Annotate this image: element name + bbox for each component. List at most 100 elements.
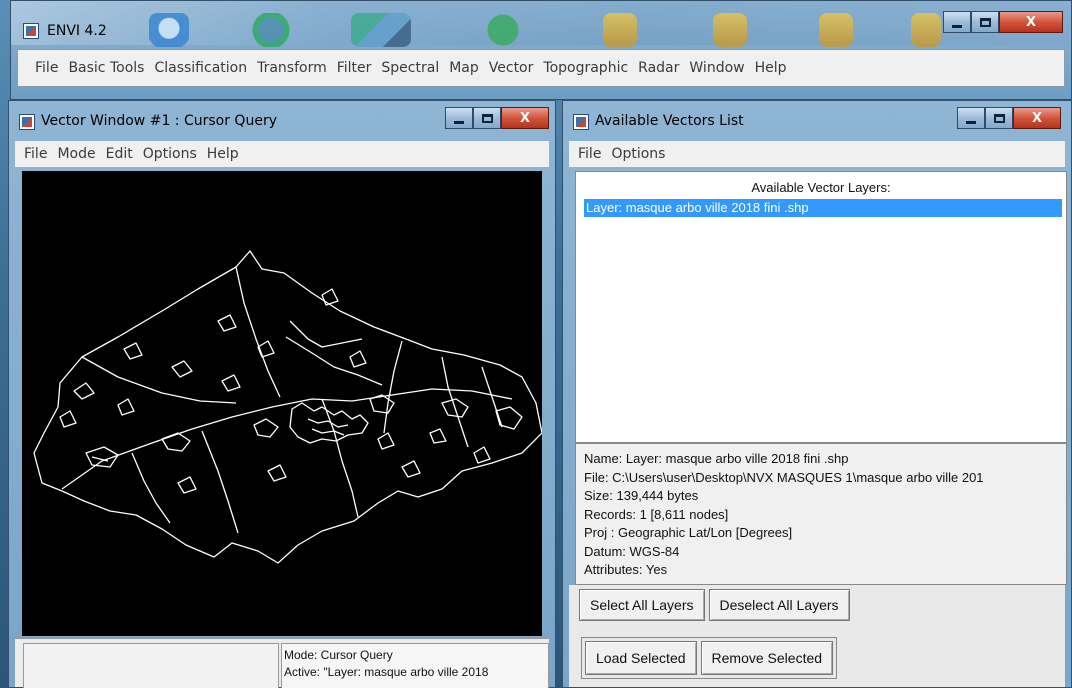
parcel <box>429 428 447 444</box>
info-file: File: C:\Users\user\Desktop\NVX MASQUES … <box>584 469 984 485</box>
parcel <box>267 464 287 482</box>
maximize-button[interactable] <box>473 107 501 129</box>
status-mode: Mode: Cursor Query <box>284 648 393 662</box>
road-line <box>321 398 359 518</box>
close-button[interactable]: X <box>1013 107 1061 129</box>
parcel <box>59 410 77 428</box>
road-line <box>289 320 363 348</box>
menu-help[interactable]: Help <box>750 60 792 76</box>
menu-window[interactable]: Window <box>684 60 749 76</box>
info-projection: Proj : Geographic Lat/Lon [Degrees] <box>584 525 793 540</box>
parcel <box>171 360 193 378</box>
menu-transform[interactable]: Transform <box>252 60 332 76</box>
menu-options[interactable]: Options <box>606 146 670 162</box>
folder-icon <box>603 13 637 47</box>
desktop-icon <box>251 13 291 47</box>
vector-layers-list[interactable]: Available Vector Layers: Layer: masque a… <box>575 171 1067 443</box>
road-line <box>201 430 239 534</box>
close-icon: X <box>1031 110 1043 126</box>
parcel <box>117 398 135 416</box>
list-heading: Available Vector Layers: <box>751 180 891 195</box>
road-line <box>383 340 403 434</box>
vector-window: Vector Window #1 : Cursor Query X File M… <box>8 100 556 688</box>
close-icon: X <box>1025 14 1037 30</box>
main-title-bar[interactable]: ENVI 4.2 <box>11 1 1071 47</box>
maximize-icon <box>993 113 1005 123</box>
vector-window-title: Vector Window #1 : Cursor Query <box>41 113 277 129</box>
main-window-title: ENVI 4.2 <box>47 23 107 39</box>
vectors-list-menu-bar: File Options <box>569 141 1065 167</box>
selection-button-row: Select All Layers Deselect All Layers <box>579 589 850 621</box>
menu-file[interactable]: File <box>19 146 52 162</box>
vectors-list-title: Available Vectors List <box>595 113 744 129</box>
minimize-icon <box>966 120 976 124</box>
layer-outline <box>33 250 543 564</box>
menu-file[interactable]: File <box>573 146 606 162</box>
vector-window-menu-bar: File Mode Edit Options Help <box>15 141 549 167</box>
maximize-icon <box>979 17 991 27</box>
vector-window-status-area: Mode: Cursor Query Active: "Layer: masqu… <box>15 638 549 688</box>
folder-icon <box>713 13 747 47</box>
list-item-selected[interactable]: Layer: masque arbo ville 2018 fini .shp <box>584 199 1062 217</box>
menu-topographic[interactable]: Topographic <box>538 60 633 76</box>
menu-classification[interactable]: Classification <box>149 60 252 76</box>
minimize-button[interactable] <box>943 11 971 33</box>
status-info-panel: Mode: Cursor Query Active: "Layer: masqu… <box>281 643 549 688</box>
vector-window-controls: X <box>445 107 549 129</box>
envi-app-icon <box>19 114 35 130</box>
load-selected-button[interactable]: Load Selected <box>585 641 697 675</box>
status-empty-panel <box>23 643 279 688</box>
urban-block <box>91 456 109 462</box>
folder-icon <box>819 13 853 47</box>
main-window-controls: X <box>943 11 1063 33</box>
close-button[interactable]: X <box>999 11 1063 33</box>
menu-help[interactable]: Help <box>202 146 244 162</box>
road-line <box>235 266 281 398</box>
parcel <box>349 350 367 368</box>
menu-map[interactable]: Map <box>444 60 484 76</box>
urban-block <box>369 394 395 414</box>
parcel <box>221 374 241 392</box>
minimize-button[interactable] <box>445 107 473 129</box>
info-records: Records: 1 [8,611 nodes] <box>584 506 729 522</box>
info-attributes: Attributes: Yes <box>584 562 668 577</box>
parcel <box>123 342 143 360</box>
main-menu-bar: File Basic Tools Classification Transfor… <box>17 49 1065 87</box>
vector-display-canvas[interactable] <box>22 171 543 636</box>
menu-options[interactable]: Options <box>138 146 202 162</box>
menu-edit[interactable]: Edit <box>101 146 138 162</box>
remove-selected-button[interactable]: Remove Selected <box>700 641 834 675</box>
parcel <box>73 382 95 400</box>
desktop-icon <box>351 13 411 47</box>
info-datum: Datum: WGS-84 <box>584 543 680 559</box>
select-all-layers-button[interactable]: Select All Layers <box>579 589 705 621</box>
available-vectors-window: Available Vectors List X File Options Av… <box>562 100 1072 688</box>
minimize-button[interactable] <box>957 107 985 129</box>
info-size: Size: 139,444 bytes <box>584 488 699 503</box>
menu-basic-tools[interactable]: Basic Tools <box>63 60 149 76</box>
parcel <box>377 432 395 450</box>
envi-app-icon <box>23 23 39 39</box>
urban-block <box>495 406 523 430</box>
menu-radar[interactable]: Radar <box>633 60 684 76</box>
close-icon: X <box>519 110 531 126</box>
minimize-icon <box>952 24 962 28</box>
menu-file[interactable]: File <box>30 60 63 76</box>
maximize-button[interactable] <box>985 107 1013 129</box>
parcel <box>473 446 491 464</box>
urban-block <box>289 402 369 444</box>
menu-filter[interactable]: Filter <box>332 60 377 76</box>
maximize-button[interactable] <box>971 11 999 33</box>
desktop-icon <box>483 13 523 47</box>
status-active-layer: Active: "Layer: masque arbo ville 2018 <box>284 665 489 679</box>
load-button-row: Load Selected Remove Selected <box>581 637 838 679</box>
deselect-all-layers-button[interactable]: Deselect All Layers <box>708 589 850 621</box>
layer-info-panel: Name: Layer: masque arbo ville 2018 fini… <box>575 443 1067 585</box>
menu-spectral[interactable]: Spectral <box>376 60 444 76</box>
envi-app-icon <box>573 114 589 130</box>
envi-main-window: ENVI 4.2 X File Basic Tools Classificati… <box>10 0 1072 100</box>
menu-mode[interactable]: Mode <box>52 146 100 162</box>
close-button[interactable]: X <box>501 107 549 129</box>
urban-block <box>161 432 191 452</box>
menu-vector[interactable]: Vector <box>484 60 539 76</box>
